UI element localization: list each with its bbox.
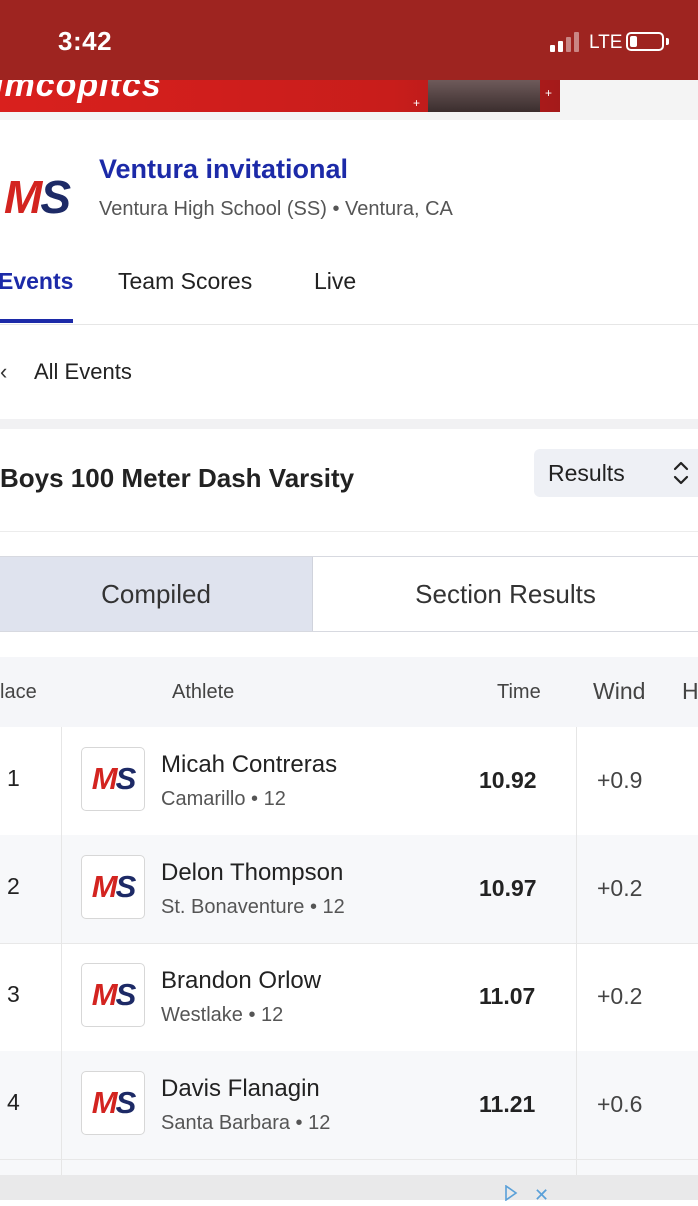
row-time: 10.92: [479, 767, 537, 793]
athlete-team-logo: MS: [81, 747, 145, 811]
row-place: 4: [7, 1089, 20, 1115]
row-time: 11.07: [479, 983, 536, 1009]
table-row[interactable]: 2 MS Delon Thompson St. Bonaventure • 12…: [0, 835, 698, 944]
row-place: 3: [7, 981, 20, 1007]
signal-bars-icon: [550, 32, 579, 52]
battery-icon: [626, 32, 664, 51]
row-wind: +0.2: [597, 875, 643, 901]
section-divider: [0, 419, 698, 429]
table-row[interactable]: 3 MS Brandon Orlow Westlake • 12 11.07 +…: [0, 943, 698, 1052]
event-title: Boys 100 Meter Dash Varsity: [0, 463, 355, 493]
meet-location: Ventura High School (SS) • Ventura, CA: [99, 198, 453, 220]
row-place: 1: [7, 765, 20, 791]
athlete-school: Santa Barbara • 12: [161, 1112, 331, 1134]
chevron-left-icon: ‹: [0, 359, 8, 384]
row-place: 2: [7, 873, 20, 899]
tab-events[interactable]: Events: [0, 268, 73, 295]
column-header-place[interactable]: lace: [0, 681, 37, 704]
row-wind: +0.2: [597, 983, 643, 1009]
all-events-label: All Events: [34, 359, 132, 384]
ad-banner[interactable]: ımcopıtcs + +: [0, 80, 560, 112]
results-select[interactable]: Results: [534, 449, 698, 497]
athlete-name[interactable]: Brandon Orlow: [161, 967, 321, 995]
column-header-athlete[interactable]: Athlete: [172, 681, 234, 704]
ad-banner-photo: [428, 80, 540, 112]
meet-title[interactable]: Ventura invitational: [99, 154, 348, 185]
tab-live[interactable]: Live: [314, 268, 356, 295]
sparkle-icon: +: [545, 86, 553, 100]
athlete-school: Westlake • 12: [161, 1004, 284, 1026]
results-segmented-control: Compiled Section Results: [0, 556, 698, 632]
battery-cap: [666, 38, 669, 45]
column-header-time[interactable]: Time: [497, 681, 541, 704]
chevron-updown-icon: [673, 461, 689, 485]
row-wind: +0.9: [597, 767, 643, 793]
ad-banner-text: ımcopıtcs: [0, 80, 162, 104]
bottom-ad-bar: ✕: [0, 1175, 698, 1205]
close-icon[interactable]: ✕: [534, 1185, 549, 1206]
athlete-school: Camarillo • 12: [161, 788, 286, 810]
segment-compiled[interactable]: Compiled: [0, 557, 313, 631]
ad-choices-icon[interactable]: [504, 1185, 518, 1201]
network-label: LTE: [589, 32, 623, 53]
divider: [0, 531, 698, 532]
row-wind: +0.6: [597, 1091, 643, 1117]
status-time: 3:42: [58, 26, 113, 56]
athlete-school: St. Bonaventure • 12: [161, 896, 345, 918]
meet-header: MS Ventura invitational Ventura High Sch…: [0, 122, 698, 242]
results-table-header: lace Athlete Time Wind H: [0, 657, 698, 727]
athlete-name[interactable]: Micah Contreras: [161, 751, 337, 779]
athlete-name[interactable]: Davis Flanagin: [161, 1075, 320, 1103]
row-time: 11.21: [479, 1091, 536, 1117]
athlete-team-logo: MS: [81, 855, 145, 919]
tab-bar: Events Team Scores Live: [0, 252, 698, 325]
athlete-team-logo: MS: [81, 963, 145, 1027]
athlete-team-logo: MS: [81, 1071, 145, 1135]
table-row[interactable]: 4 MS Davis Flanagin Santa Barbara • 12 1…: [0, 1051, 698, 1160]
sparkle-icon: +: [413, 96, 421, 110]
athlete-name[interactable]: Delon Thompson: [161, 859, 343, 887]
tab-team-scores[interactable]: Team Scores: [118, 268, 252, 295]
active-tab-indicator: [0, 319, 73, 323]
table-row[interactable]: 1 MS Micah Contreras Camarillo • 12 10.9…: [0, 727, 698, 836]
table-row[interactable]: [0, 1160, 698, 1176]
row-time: 10.97: [479, 875, 537, 901]
status-bar: 3:42 LTE: [0, 0, 698, 80]
milesplit-logo: MS: [4, 171, 71, 223]
column-header-wind[interactable]: Wind: [593, 678, 645, 705]
results-select-value: Results: [548, 460, 625, 486]
segment-section-results[interactable]: Section Results: [313, 557, 698, 631]
all-events-link[interactable]: ‹ All Events: [0, 325, 698, 419]
column-header-extra[interactable]: H: [682, 678, 698, 705]
